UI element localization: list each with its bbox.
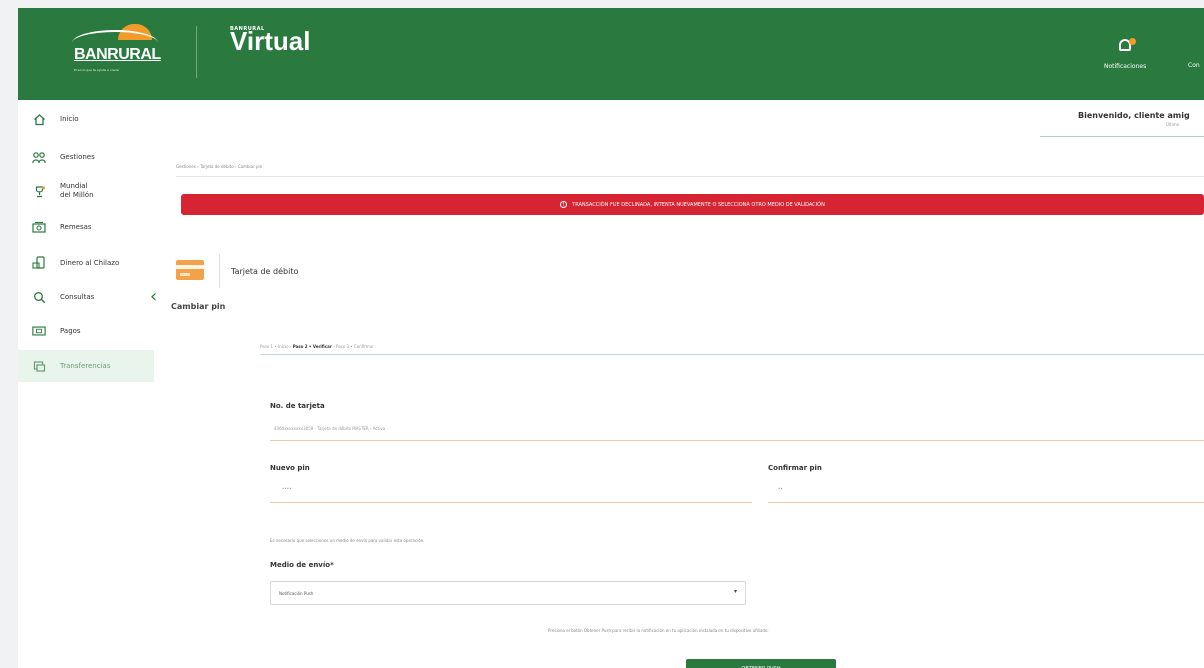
validation-hint: Es necesario que selecciones un medio de… <box>270 538 425 543</box>
push-instructions: Presiona el botón Obtener Push para reci… <box>548 628 769 633</box>
brand-name: BANRURAL <box>74 46 161 63</box>
sidebar-item-label: Transferencias <box>60 361 111 370</box>
welcome-divider <box>1040 136 1204 137</box>
notifications-label: Notificaciones <box>1104 63 1147 70</box>
bill-icon <box>32 324 46 338</box>
brand-tagline: El socio que te ayuda a crecer <box>74 68 120 72</box>
sidebar-item-label: Remesas <box>60 222 92 231</box>
alert-text: TRANSACCIÓN FUE DECLINADA, INTENTA NUEVA… <box>572 201 825 208</box>
stepper: Paso 1 • Inicio › Paso 2 • Verificar › P… <box>260 344 374 349</box>
send-method-value: Notificación Push <box>279 591 314 596</box>
sidebar-item-inicio[interactable]: Inicio <box>18 104 154 134</box>
warning-icon: ! <box>560 201 568 208</box>
confirm-pin-input[interactable]: •• <box>778 486 783 491</box>
section-title: Cambiar pin <box>171 302 226 311</box>
sidebar-item-transferencias[interactable]: Transferencias <box>18 350 154 382</box>
stepper-line <box>260 354 1204 355</box>
sidebar-item-label: Mundial del Millón <box>60 182 94 199</box>
sidebar-item-remesas[interactable]: Remesas <box>18 212 154 242</box>
step-separator: › <box>333 344 335 349</box>
sidebar-item-dinero-al-chilazo[interactable]: Dinero al Chilazo <box>18 248 154 278</box>
send-method-label: Medio de envío* <box>270 561 334 569</box>
sidebar-item-pagos[interactable]: Pagos <box>18 316 154 346</box>
money-icon <box>32 220 46 234</box>
new-pin-label: Nuevo pin <box>270 464 310 472</box>
sidebar-item-label: Gestiones <box>60 152 95 161</box>
header-divider <box>196 26 197 78</box>
step-1: Paso 1 • Inicio <box>260 344 289 349</box>
last-access-text: Último <box>1166 122 1180 127</box>
send-method-select[interactable]: Notificación Push ▾ <box>270 581 746 605</box>
welcome-text: Bienvenido, cliente amig <box>1078 111 1190 120</box>
new-pin-input[interactable]: •••• <box>282 486 291 491</box>
step-3: Paso 3 • Confirmar <box>336 344 374 349</box>
sidebar: Inicio Gestiones Mundial del Millón Reme… <box>18 100 154 668</box>
collapse-sidebar-button[interactable]: ‹ <box>150 286 157 307</box>
breadcrumb[interactable]: Gestiones › Tarjeta de débito › Cambiar … <box>176 164 262 169</box>
caret-down-icon: ▾ <box>733 588 737 595</box>
debit-card-icon <box>176 258 206 282</box>
sidebar-item-label: Pagos <box>60 326 81 335</box>
sidebar-item-mundial[interactable]: Mundial del Millón <box>18 176 154 206</box>
card-number-label: No. de tarjeta <box>270 402 325 410</box>
bell-icon <box>1119 38 1137 51</box>
product-logo: BANRURAL Virtual <box>230 26 311 56</box>
card-number-field[interactable]: 4364xxxxxxxx3059 - Tarjeta de débito MAS… <box>274 426 385 431</box>
notification-dot <box>1129 38 1137 45</box>
sidebar-item-label: Inicio <box>60 114 79 123</box>
step-separator: › <box>289 344 292 349</box>
product-name: Virtual <box>230 26 311 56</box>
trophy-icon <box>32 184 46 198</box>
title-divider <box>219 254 220 288</box>
transfer-icon <box>32 359 46 373</box>
confirm-pin-underline <box>768 502 1204 503</box>
sidebar-item-label: Consultas <box>60 292 95 301</box>
search-icon <box>32 290 46 304</box>
step-2-current: Paso 2 • Verificar <box>292 344 332 349</box>
sidebar-item-consultas[interactable]: Consultas <box>18 282 154 312</box>
error-alert: ! TRANSACCIÓN FUE DECLINADA, INTENTA NUE… <box>181 194 1204 215</box>
app-window: BANRURAL El socio que te ayuda a crecer … <box>18 8 1204 668</box>
home-icon <box>32 112 46 126</box>
card-number-underline <box>270 440 1204 441</box>
confirm-pin-label: Confirmar pin <box>768 464 822 472</box>
config-label[interactable]: Con <box>1188 62 1200 69</box>
sidebar-item-gestiones[interactable]: Gestiones <box>18 142 154 172</box>
people-icon <box>32 150 46 164</box>
new-pin-underline <box>270 502 752 503</box>
phone-money-icon <box>32 256 46 270</box>
breadcrumb-divider <box>176 176 1204 177</box>
page-title: Tarjeta de débito <box>231 267 299 276</box>
notifications-button[interactable]: Notificaciones <box>1104 36 1146 70</box>
top-header: BANRURAL El socio que te ayuda a crecer … <box>18 8 1204 100</box>
sidebar-item-label: Dinero al Chilazo <box>60 258 120 267</box>
banrural-logo[interactable]: BANRURAL El socio que te ayuda a crecer <box>70 24 162 76</box>
obtain-push-button[interactable]: OBTENER PUSH <box>686 659 836 668</box>
